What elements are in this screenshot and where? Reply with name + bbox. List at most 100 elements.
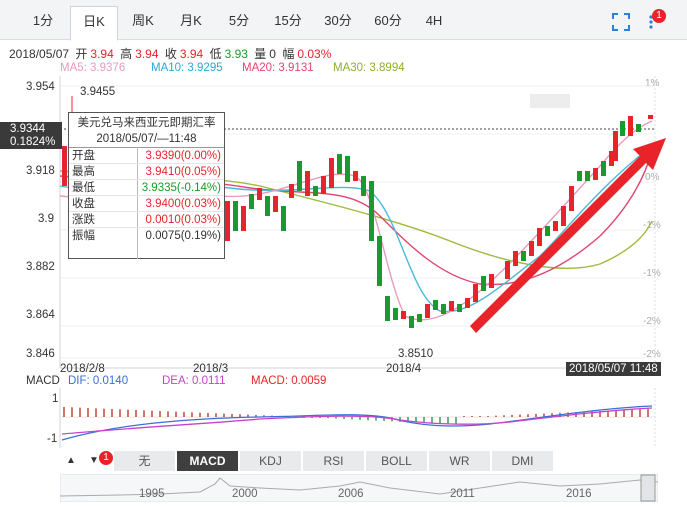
candle — [537, 228, 542, 246]
tab-15min[interactable]: 15分 — [264, 6, 312, 40]
candle — [613, 131, 618, 161]
macd-dea: DEA: 0.0111 — [162, 375, 226, 387]
candle — [569, 186, 574, 211]
volume-value: 0 — [269, 47, 276, 61]
high-key: 高 — [120, 47, 133, 61]
candle — [473, 284, 478, 302]
close-key: 收 — [164, 47, 177, 61]
ma5-legend: MA5: 3.9376 — [60, 62, 126, 74]
candle — [273, 196, 278, 212]
candle — [553, 221, 558, 231]
indicator-boll-button[interactable]: BOLL — [366, 451, 428, 471]
candle — [545, 226, 550, 236]
period-tab-bar: 1分 日K 周K 月K 5分 15分 30分 60分 4H 1 — [0, 0, 687, 41]
navigator-handle[interactable] — [640, 474, 656, 502]
timeline-year: 2016 — [566, 488, 592, 500]
ma30-legend: MA30: 3.8994 — [333, 62, 405, 74]
candle — [369, 181, 374, 241]
tooltip-row: 振幅 0.0075(0.19%) — [69, 228, 224, 244]
candle — [441, 304, 446, 314]
candle — [313, 186, 318, 196]
candle — [620, 121, 625, 136]
candle — [265, 196, 270, 216]
candle — [225, 201, 230, 241]
tooltip-row: 收盘 3.9400(0.03%) — [69, 196, 224, 212]
candle — [417, 314, 422, 322]
candle — [636, 124, 641, 132]
indicator-kdj-button[interactable]: KDJ — [240, 451, 302, 471]
tooltip-title: 美元兑马来西亚元即期汇率 — [77, 117, 216, 129]
macd-value: MACD: 0.0059 — [251, 375, 327, 387]
tooltip-value: 3.9335(-0.14%) — [141, 182, 221, 194]
candle — [601, 161, 606, 176]
candle — [289, 184, 294, 198]
low-key: 低 — [209, 47, 222, 61]
notification-badge: 1 — [652, 9, 666, 23]
candle — [489, 274, 494, 288]
pct-tag: 0.1824% — [0, 135, 62, 149]
open-value: 3.94 — [90, 47, 114, 61]
info-date: 2018/05/07 — [9, 47, 70, 61]
indicator-wr-button[interactable]: WR — [429, 451, 491, 471]
indicator-macd-button[interactable]: MACD — [177, 451, 239, 471]
timeline-year: 2006 — [338, 488, 364, 500]
tooltip-key: 最高 — [72, 166, 95, 178]
macd-chart[interactable] — [0, 388, 687, 448]
close-value: 3.94 — [179, 47, 204, 61]
dea-line — [61, 407, 653, 435]
indicator-none-button[interactable]: 无 — [114, 451, 176, 471]
candle — [425, 304, 430, 318]
candle — [401, 311, 406, 319]
tab-5min[interactable]: 5分 — [216, 6, 262, 40]
macd-y-tick: -1 — [47, 433, 58, 445]
tab-30min[interactable]: 30分 — [314, 6, 362, 40]
tooltip-value: 0.0075(0.19%) — [145, 230, 221, 242]
candle — [281, 206, 286, 231]
candle — [585, 171, 590, 181]
expand-icon[interactable] — [612, 13, 630, 31]
x-tick: 2018/3 — [193, 363, 229, 375]
tooltip-key: 收盘 — [72, 198, 95, 210]
tooltip-row: 最高 3.9410(0.05%) — [69, 164, 224, 180]
tooltip-key: 振幅 — [72, 230, 95, 242]
indicator-badge: 1 — [99, 451, 113, 465]
candle — [481, 276, 486, 291]
x-tick: 2018/2/8 — [60, 363, 105, 375]
tooltip-row: 开盘 3.9390(0.00%) — [69, 148, 224, 164]
high-label: 3.9455 — [80, 86, 116, 98]
candle — [628, 116, 633, 136]
candle — [345, 156, 350, 182]
candle — [377, 236, 382, 286]
scroll-up-arrow[interactable]: ▲ — [66, 455, 76, 466]
low-value: 3.93 — [224, 47, 248, 61]
x-tick: 2018/4 — [386, 363, 422, 375]
macd-y-tick: 1 — [52, 393, 59, 405]
tooltip-row: 涨跌 0.0010(0.03%) — [69, 212, 224, 228]
candle — [457, 304, 462, 312]
high-value: 3.94 — [135, 47, 159, 61]
candle — [593, 168, 598, 180]
tab-60min[interactable]: 60分 — [364, 6, 412, 40]
tab-1min[interactable]: 1分 — [18, 6, 68, 40]
candle — [321, 176, 326, 194]
candle — [648, 115, 653, 119]
tab-daily-k[interactable]: 日K — [70, 6, 118, 41]
candle — [521, 251, 526, 261]
scroll-down-arrow[interactable]: ▼ — [89, 455, 99, 466]
low-label: 3.8510 — [398, 348, 434, 360]
candle — [353, 171, 358, 181]
trend-arrow — [470, 138, 666, 333]
candle — [361, 176, 366, 196]
tab-weekly-k[interactable]: 周K — [120, 6, 166, 40]
tab-4h[interactable]: 4H — [414, 6, 454, 40]
tab-monthly-k[interactable]: 月K — [168, 6, 214, 40]
indicator-dmi-button[interactable]: DMI — [492, 451, 554, 471]
candle — [337, 154, 342, 174]
candle — [249, 194, 254, 209]
tooltip-key: 涨跌 — [72, 214, 95, 226]
candle — [409, 316, 414, 328]
tooltip-key: 最低 — [72, 182, 95, 194]
ohlc-tooltip: 美元兑马来西亚元即期汇率 2018/05/07/—11:48 开盘 3.9390(… — [68, 112, 225, 259]
indicator-rsi-button[interactable]: RSI — [303, 451, 365, 471]
candle — [329, 158, 334, 188]
